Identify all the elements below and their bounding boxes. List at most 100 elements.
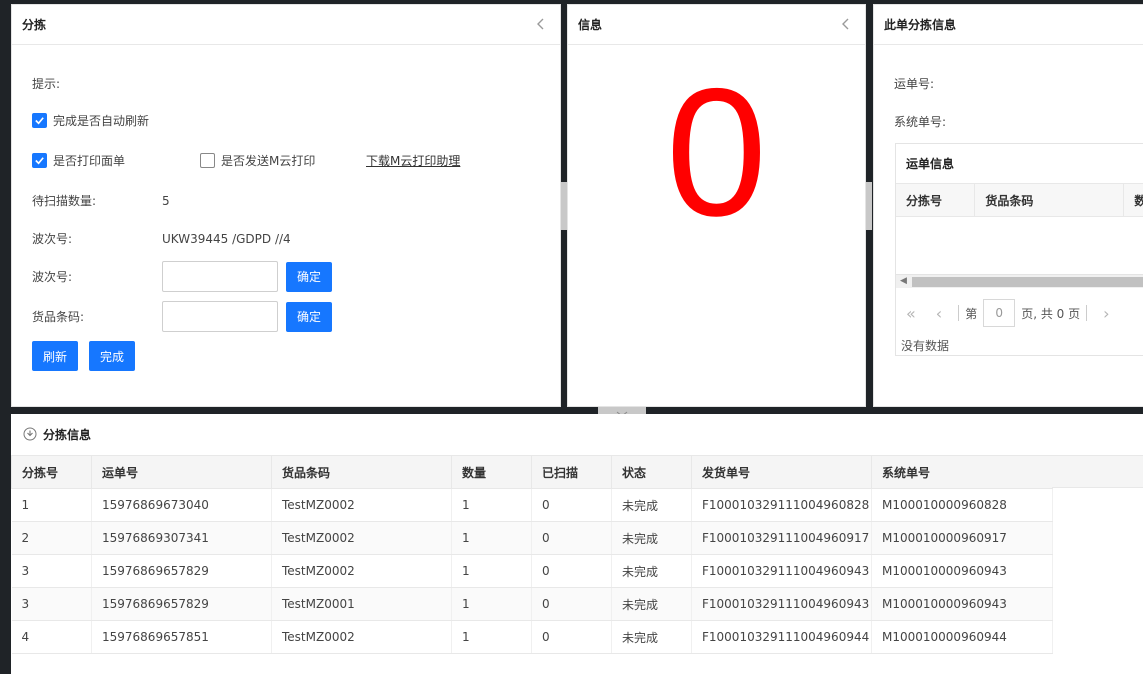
auto-refresh-checkbox[interactable]: 完成是否自动刷新 <box>32 112 149 129</box>
table-cell: TestMZ0002 <box>271 521 452 555</box>
barcode-input-label: 货品条码: <box>32 310 85 324</box>
scrollbar-thumb[interactable] <box>912 277 1143 287</box>
wave-input[interactable] <box>162 261 278 292</box>
sort-panel-title: 分拣 <box>22 18 47 32</box>
table-cell: 0 <box>531 620 612 654</box>
send-cloud-label: 是否发送M云打印 <box>221 154 316 168</box>
sort-panel-header: 分拣 <box>12 5 560 45</box>
first-page-icon[interactable]: « <box>906 304 916 323</box>
table-cell: 15976869673040 <box>91 488 272 522</box>
table-cell: 未完成 <box>611 620 692 654</box>
info-panel: 信息 0 <box>567 4 866 407</box>
detail-panel: 此单分拣信息 运单号: 系统单号: 运单信息 分拣号 货品条码 数 ◀ « ‹ … <box>873 4 1143 407</box>
table-cell: 0 <box>531 554 612 588</box>
info-panel-title: 信息 <box>578 18 603 32</box>
download-assistant-link[interactable]: 下载M云打印助理 <box>366 152 460 169</box>
barcode-confirm-button[interactable]: 确定 <box>286 301 333 332</box>
wave-input-label: 波次号: <box>32 270 73 284</box>
hint-row: 提示: <box>32 75 60 92</box>
barcode-input[interactable] <box>162 301 278 332</box>
column-header[interactable]: 状态 <box>611 455 692 489</box>
waybill-label: 运单号: <box>894 77 935 91</box>
hint-label: 提示: <box>32 77 61 91</box>
pending-row: 待扫描数量: 5 <box>32 192 170 209</box>
barcode-input-row: 货品条码: 确定 <box>32 301 333 332</box>
table-cell: 4 <box>11 620 92 654</box>
table-cell: 3 <box>11 554 92 588</box>
detail-panel-header: 此单分拣信息 <box>874 5 1143 45</box>
page-number-input[interactable]: 0 <box>983 299 1016 327</box>
table-row[interactable]: 1 15976869673040 TestMZ0002 1 0 未完成 F100… <box>11 488 1053 522</box>
sort-info-panel: 分拣信息 分拣号 运单号 货品条码 数量 已扫描 状态 发货单号 系统单号 1 … <box>11 414 1143 674</box>
column-header[interactable]: 系统单号 <box>871 455 1053 489</box>
table-cell: TestMZ0002 <box>271 554 452 588</box>
table-cell: 0 <box>531 521 612 555</box>
column-header[interactable]: 运单号 <box>91 455 272 489</box>
circle-arrow-down-icon[interactable] <box>23 427 37 441</box>
sort-info-title: 分拣信息 <box>43 427 92 442</box>
wave-row: 波次号: UKW39445 /GDPD //4 <box>32 230 291 247</box>
pager-page-label: 第 <box>965 306 978 321</box>
scroll-left-icon[interactable]: ◀ <box>900 276 907 286</box>
table-cell: F100010329111004960828 <box>691 488 872 522</box>
waybill-row: 运单号: <box>894 75 934 92</box>
table-header-filler <box>1052 455 1143 488</box>
column-header[interactable]: 分拣号 <box>11 455 92 489</box>
sort-panel: 分拣 提示: 完成是否自动刷新 是否打印面单 是否发送M云打印 下载M云打印助理… <box>11 4 561 407</box>
table-header-row: 分拣号 运单号 货品条码 数量 已扫描 状态 发货单号 系统单号 <box>11 455 1053 489</box>
column-header[interactable]: 货品条码 <box>271 455 452 489</box>
pager: « ‹ 第 0 页, 共 0 页 › <box>896 298 1120 328</box>
print-options-row: 是否打印面单 是否发送M云打印 下载M云打印助理 <box>32 152 460 169</box>
waybill-info-columns: 分拣号 货品条码 数 <box>896 184 1143 217</box>
table-cell: M100010000960944 <box>871 620 1053 654</box>
checkbox-empty-icon <box>200 153 215 168</box>
table-cell: 1 <box>11 488 92 522</box>
table-cell: F100010329111004960943 <box>691 554 872 588</box>
auto-refresh-row: 完成是否自动刷新 <box>32 112 149 129</box>
column-header[interactable]: 分拣号 <box>896 184 976 216</box>
table-cell: F100010329111004960944 <box>691 620 872 654</box>
pager-divider <box>958 305 960 321</box>
check-icon <box>32 153 47 168</box>
table-cell: 0 <box>531 587 612 621</box>
table-cell: 1 <box>451 587 532 621</box>
wave-label: 波次号: <box>32 232 73 246</box>
bottom-splitter-handle[interactable] <box>598 407 646 417</box>
table-cell: 未完成 <box>611 554 692 588</box>
table-row[interactable]: 3 15976869657829 TestMZ0001 1 0 未完成 F100… <box>11 587 1053 621</box>
refresh-button[interactable]: 刷新 <box>32 341 79 371</box>
table-cell: 1 <box>451 554 532 588</box>
send-cloud-checkbox[interactable]: 是否发送M云打印 <box>200 152 366 169</box>
wave-value: UKW39445 /GDPD //4 <box>162 231 291 246</box>
check-icon <box>32 113 47 128</box>
horizontal-scrollbar[interactable]: ◀ <box>896 274 1143 288</box>
table-cell: 2 <box>11 521 92 555</box>
table-row[interactable]: 2 15976869307341 TestMZ0002 1 0 未完成 F100… <box>11 521 1053 555</box>
table-cell: M100010000960943 <box>871 554 1053 588</box>
pending-label: 待扫描数量: <box>32 194 97 208</box>
print-sheet-label: 是否打印面单 <box>53 154 126 168</box>
print-sheet-checkbox[interactable]: 是否打印面单 <box>32 152 200 169</box>
table-cell: 1 <box>451 620 532 654</box>
column-header[interactable]: 数 <box>1124 184 1143 216</box>
next-page-icon[interactable]: › <box>1103 304 1109 323</box>
chevron-left-icon[interactable] <box>534 17 548 31</box>
auto-refresh-label: 完成是否自动刷新 <box>53 114 150 128</box>
table-cell: TestMZ0002 <box>271 488 452 522</box>
app-frame: 分拣 提示: 完成是否自动刷新 是否打印面单 是否发送M云打印 下载M云打印助理… <box>0 0 1143 674</box>
remaining-count-display: 0 <box>665 50 768 254</box>
wave-confirm-button[interactable]: 确定 <box>286 261 333 292</box>
column-header[interactable]: 发货单号 <box>691 455 872 489</box>
right-splitter-handle[interactable] <box>866 182 872 230</box>
table-row[interactable]: 4 15976869657851 TestMZ0002 1 0 未完成 F100… <box>11 620 1053 654</box>
column-header[interactable]: 货品条码 <box>975 184 1125 216</box>
chevron-left-icon[interactable] <box>839 17 853 31</box>
table-cell: 0 <box>531 488 612 522</box>
prev-page-icon[interactable]: ‹ <box>936 304 942 323</box>
waybill-info-title: 运单信息 <box>896 144 1143 184</box>
column-header[interactable]: 数量 <box>451 455 532 489</box>
table-cell: TestMZ0002 <box>271 620 452 654</box>
column-header[interactable]: 已扫描 <box>531 455 612 489</box>
table-row[interactable]: 3 15976869657829 TestMZ0002 1 0 未完成 F100… <box>11 554 1053 588</box>
complete-button[interactable]: 完成 <box>89 341 136 371</box>
